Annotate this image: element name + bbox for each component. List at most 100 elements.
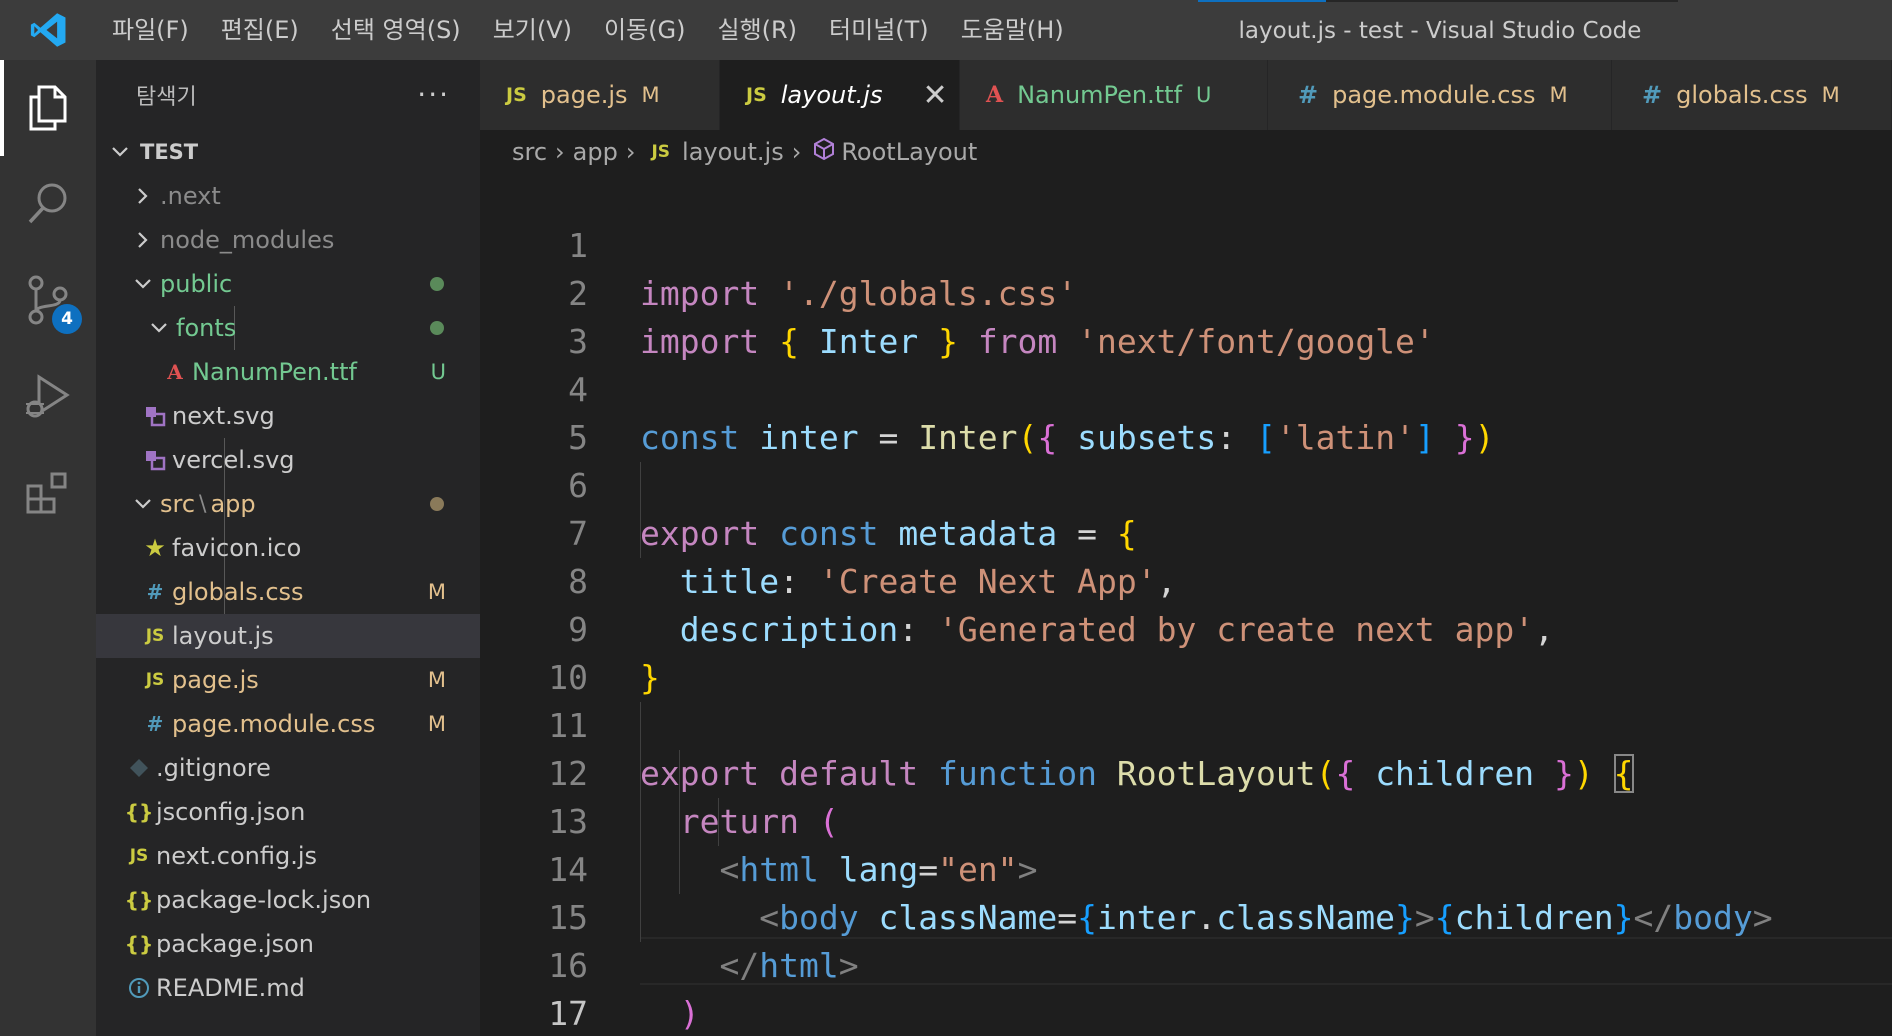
code-line-current: 17 } [480,942,1892,1033]
menu-view[interactable]: 보기(V) [477,0,588,60]
font-file-icon: A [167,360,183,384]
tab-layout-js[interactable]: JS layout.js ✕ [720,60,960,130]
status-badge: M [1821,83,1840,107]
tree-item-label: package.json [156,930,315,958]
js-file-icon: JS [145,626,165,646]
code-line: 15 </html> [480,846,1892,985]
tab-label: layout.js [780,81,883,109]
code-line: 11 export default function RootLayout({ … [480,654,1892,793]
tree-file-layout-js[interactable]: JS layout.js [96,614,480,658]
breadcrumb-item[interactable]: src [512,138,547,166]
code-line: 4 const inter = Inter({ subsets: ['latin… [480,318,1892,457]
tree-item-label: layout.js [172,622,274,650]
menu-edit[interactable]: 편집(E) [205,0,315,60]
js-file-icon: JS [506,84,527,106]
tab-page-module-css[interactable]: # page.module.css M [1268,60,1612,130]
git-file-icon [122,758,156,778]
code-line: 8 description: 'Generated by create next… [480,510,1892,649]
breadcrumb-symbol[interactable]: RootLayout [841,138,977,166]
menu-selection[interactable]: 선택 영역(S) [315,0,477,60]
json-file-icon: {} [124,888,154,912]
tree-folder-next[interactable]: .next [96,174,480,218]
symbol-module-icon [813,137,835,167]
tab-page-js[interactable]: JS page.js M [480,60,720,130]
code-line: 5 [480,366,1892,457]
chevron-right-icon: › [625,138,636,166]
status-badge: M [427,712,446,736]
menu-help[interactable]: 도움말(H) [945,0,1080,60]
tab-label: NanumPen.ttf [1017,81,1183,109]
menu-go[interactable]: 이동(G) [588,0,701,60]
menu-run[interactable]: 실행(R) [701,0,813,60]
code-line: 6 export const metadata = { [480,414,1892,553]
menu-terminal[interactable]: 터미널(T) [813,0,945,60]
run-debug-icon[interactable] [0,348,96,444]
tab-nanumpen-ttf[interactable]: A NanumPen.ttf U [960,60,1268,130]
breadcrumb-item[interactable]: app [573,138,618,166]
menu-file[interactable]: 파일(F) [96,0,205,60]
tab-globals-css[interactable]: # globals.css M [1612,60,1892,130]
active-indicator [0,60,4,156]
tree-file-nanumpen[interactable]: A NanumPen.ttf U [96,350,480,394]
code-editor[interactable]: 1 import './globals.css' 2 import { Inte… [480,174,1892,1036]
chevron-right-icon: › [791,138,802,166]
tree-item-label: favicon.ico [172,534,302,562]
code-line: 16 ) [480,894,1892,1033]
extensions-icon[interactable] [0,444,96,540]
tree-file-readme[interactable]: README.md [96,966,480,1010]
tree-file-package-lock[interactable]: {} package-lock.json [96,878,480,922]
explorer-icon[interactable] [0,60,96,156]
status-badge: U [1196,83,1212,107]
chevron-down-icon [146,322,172,334]
js-file-icon: JS [145,670,165,690]
css-file-icon: # [146,712,164,736]
star-icon: ★ [144,534,166,562]
tree-file-gitignore[interactable]: .gitignore [96,746,480,790]
code-line: 1 import './globals.css' [480,174,1892,313]
tree-item-label: .gitignore [156,754,271,782]
status-badge: M [641,83,660,107]
js-file-icon: JS [129,846,149,866]
tree-file-globals-css[interactable]: # globals.css M [96,570,480,614]
tree-item-label: page.module.css [172,710,376,738]
workspace-section-header[interactable]: TEST [96,130,480,174]
tree-folder-fonts[interactable]: fonts [96,306,480,350]
tree-file-page-module-css[interactable]: # page.module.css M [96,702,480,746]
js-file-icon: JS [651,142,671,162]
search-icon[interactable] [0,156,96,252]
tree-folder-src-app[interactable]: src \ app [96,482,480,526]
tree-file-vercel-svg[interactable]: vercel.svg [96,438,480,482]
code-line: 10 [480,606,1892,697]
status-badge: M [427,580,446,604]
source-control-icon[interactable]: 4 [0,252,96,348]
tree-item-label: node_modules [160,226,335,254]
tree-file-page-js[interactable]: JS page.js M [96,658,480,702]
close-icon[interactable]: ✕ [922,78,947,113]
tree-folder-public[interactable]: public [96,262,480,306]
tree-item-label: NanumPen.ttf [192,358,357,386]
tree-folder-node-modules[interactable]: node_modules [96,218,480,262]
tree-file-jsconfig[interactable]: {} jsconfig.json [96,790,480,834]
tree-item-label: page.js [172,666,259,694]
path-separator: \ [199,491,207,517]
vscode-logo-icon[interactable] [0,0,96,60]
tree-item-label: .next [160,182,221,210]
tree-item-label: next.config.js [156,842,318,870]
untracked-dot [430,321,444,335]
tree-file-next-svg[interactable]: next.svg [96,394,480,438]
more-actions-icon[interactable]: ··· [417,78,450,111]
status-badge: U [430,360,446,384]
tree-file-package-json[interactable]: {} package.json [96,922,480,966]
tree-file-next-config[interactable]: JS next.config.js [96,834,480,878]
css-file-icon: # [146,580,164,604]
svg-file-icon [138,405,172,427]
json-file-icon: {} [124,800,154,824]
css-file-icon: # [1642,81,1663,109]
tree-item-label: globals.css [172,578,304,606]
tree-file-favicon[interactable]: ★ favicon.ico [96,526,480,570]
menu-bar: 파일(F) 편집(E) 선택 영역(S) 보기(V) 이동(G) 실행(R) 터… [96,0,1080,60]
explorer-sidebar: 탐색기 ··· TEST .next node_modules public f… [96,60,480,1036]
breadcrumb: src › app › JS layout.js › RootLayout [480,130,1892,174]
chevron-right-icon: › [555,138,565,166]
breadcrumb-file[interactable]: layout.js [682,138,784,166]
